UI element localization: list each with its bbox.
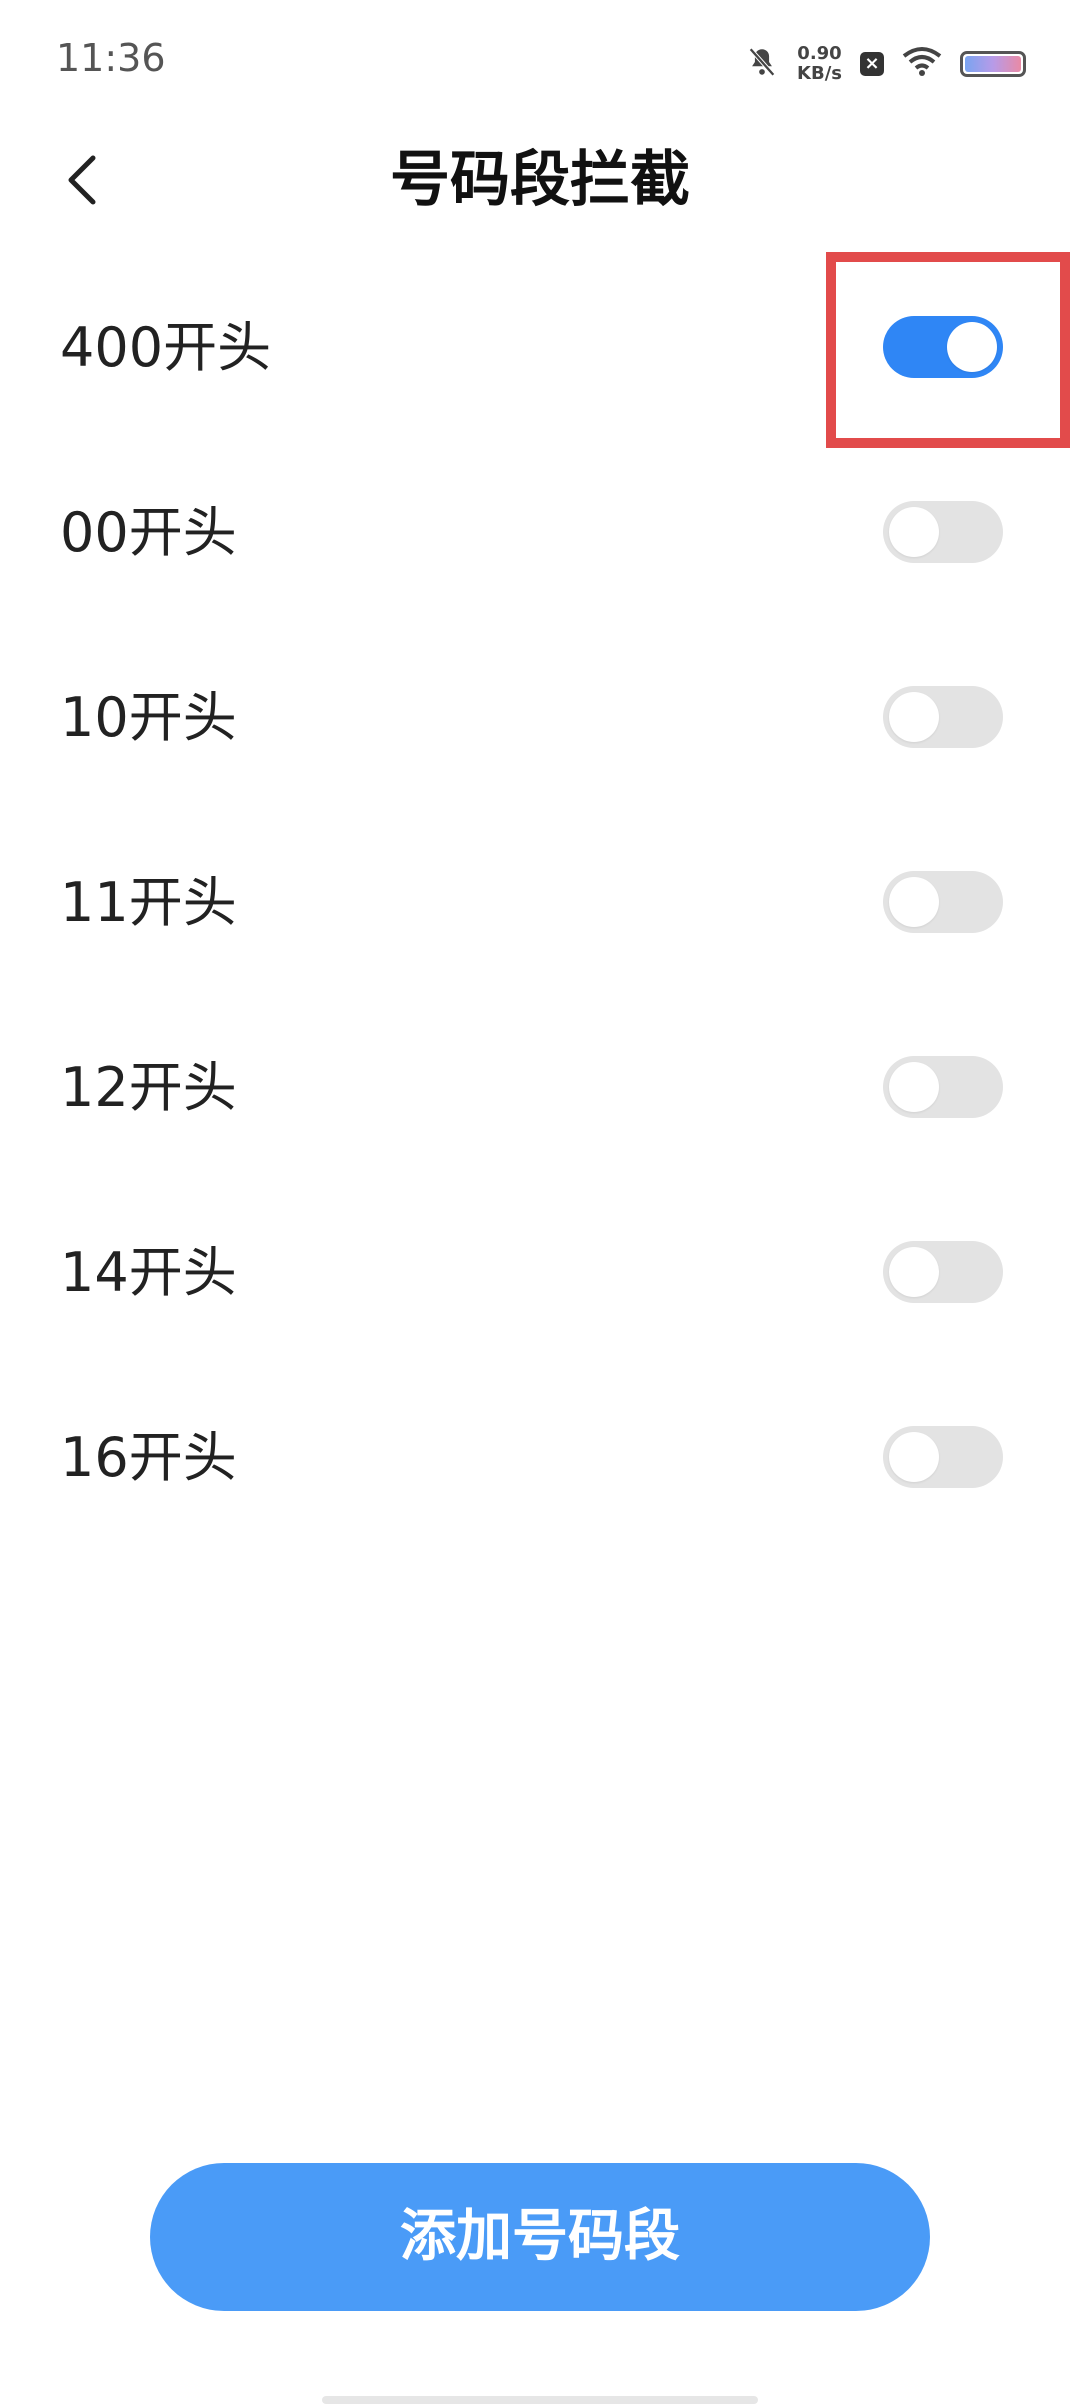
status-icons: 0.90 KB/s × bbox=[745, 36, 1026, 92]
list-item-label: 400开头 bbox=[60, 316, 272, 379]
toggle-switch[interactable] bbox=[883, 316, 1003, 378]
prefix-list: 400开头 00开头 10开头 11开头 12开头 14开头 16开头 bbox=[0, 252, 1080, 1550]
list-item-10: 10开头 bbox=[0, 625, 1080, 810]
list-item-400: 400开头 bbox=[0, 252, 1080, 448]
list-item-label: 00开头 bbox=[60, 501, 237, 564]
toggle-knob bbox=[947, 322, 997, 372]
list-item-16: 16开头 bbox=[0, 1365, 1080, 1550]
status-bar: 11:36 0.90 KB/s × bbox=[0, 0, 1080, 120]
home-indicator[interactable] bbox=[322, 2396, 758, 2404]
toggle-knob bbox=[889, 877, 939, 927]
status-time: 11:36 bbox=[56, 36, 166, 80]
wifi-icon bbox=[902, 46, 942, 82]
toggle-switch[interactable] bbox=[883, 501, 1003, 563]
net-speed-unit: KB/s bbox=[797, 63, 842, 84]
list-item-label: 10开头 bbox=[60, 686, 237, 749]
toggle-knob bbox=[889, 692, 939, 742]
toggle-switch[interactable] bbox=[883, 871, 1003, 933]
battery-icon bbox=[960, 51, 1026, 77]
toggle-knob bbox=[889, 507, 939, 557]
list-item-12: 12开头 bbox=[0, 995, 1080, 1180]
toggle-switch[interactable] bbox=[883, 686, 1003, 748]
toggle-switch[interactable] bbox=[883, 1056, 1003, 1118]
list-item-label: 14开头 bbox=[60, 1241, 237, 1304]
list-item-00: 00开头 bbox=[0, 440, 1080, 625]
bell-off-icon bbox=[745, 45, 779, 83]
screen: 11:36 0.90 KB/s × 号码段拦截 400开头 00开头 10开头 … bbox=[0, 0, 1080, 2408]
notification-x-icon: × bbox=[860, 52, 884, 76]
header: 号码段拦截 bbox=[0, 130, 1080, 230]
toggle-knob bbox=[889, 1247, 939, 1297]
net-speed-value: 0.90 bbox=[797, 43, 842, 64]
add-prefix-button[interactable]: 添加号码段 bbox=[150, 2163, 930, 2311]
toggle-switch[interactable] bbox=[883, 1241, 1003, 1303]
list-item-label: 11开头 bbox=[60, 871, 237, 934]
net-speed: 0.90 KB/s bbox=[797, 44, 842, 84]
page-title: 号码段拦截 bbox=[390, 145, 690, 215]
toggle-knob bbox=[889, 1062, 939, 1112]
list-item-11: 11开头 bbox=[0, 810, 1080, 995]
toggle-knob bbox=[889, 1432, 939, 1482]
list-item-label: 12开头 bbox=[60, 1056, 237, 1119]
list-item-14: 14开头 bbox=[0, 1180, 1080, 1365]
battery-level bbox=[965, 56, 1021, 72]
list-item-label: 16开头 bbox=[60, 1426, 237, 1489]
toggle-switch[interactable] bbox=[883, 1426, 1003, 1488]
